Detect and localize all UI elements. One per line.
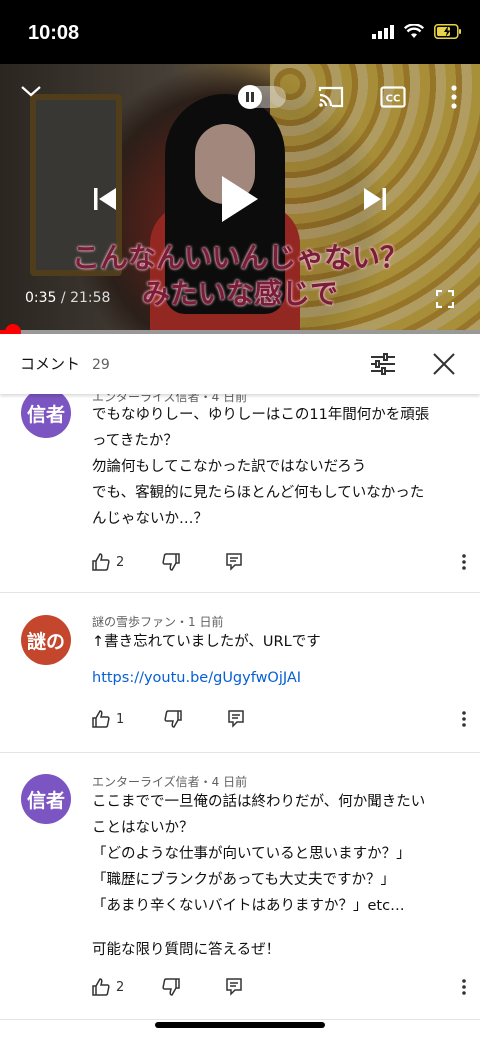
next-icon[interactable] <box>362 186 388 212</box>
video-subtitle-line1: こんなんいいんじゃない？ <box>71 241 408 274</box>
dislike-icon[interactable] <box>164 710 183 728</box>
comment-more-icon[interactable] <box>461 978 467 996</box>
close-icon[interactable] <box>432 352 456 376</box>
sort-filter-icon[interactable] <box>370 352 396 376</box>
more-options-icon[interactable] <box>450 84 458 110</box>
battery-charging-icon <box>434 24 461 39</box>
cast-icon[interactable] <box>318 86 344 108</box>
like-count: 1 <box>116 711 125 727</box>
avatar[interactable]: 信者 <box>21 774 71 824</box>
comment-actions: 1 <box>92 709 467 729</box>
comment-more-icon[interactable] <box>461 710 467 728</box>
reply-icon[interactable] <box>228 710 245 728</box>
comment-text: ↑書き忘れていましたが、URLです https://youtu.be/gUgyf… <box>92 629 452 691</box>
captions-icon[interactable]: CC <box>380 86 406 108</box>
comment-author[interactable]: 謎の雪歩ファン・1 日前 <box>92 613 223 630</box>
home-indicator[interactable] <box>155 1022 325 1028</box>
play-icon[interactable] <box>218 174 260 224</box>
comments-title: コメント <box>20 355 81 373</box>
wifi-icon <box>404 24 424 38</box>
status-bar: 10:08 <box>0 0 480 64</box>
reply-icon[interactable] <box>226 978 243 996</box>
comment-more-icon[interactable] <box>461 553 467 571</box>
reply-icon[interactable] <box>226 553 243 571</box>
collapse-chevron-icon[interactable] <box>20 84 42 98</box>
fullscreen-icon[interactable] <box>436 290 454 308</box>
current-time: 0:35 <box>25 290 57 306</box>
comment-actions: 2 <box>92 977 467 997</box>
dislike-icon[interactable] <box>162 978 181 996</box>
comments-header: コメント 29 <box>0 334 480 394</box>
dislike-icon[interactable] <box>162 553 181 571</box>
comment-author[interactable]: エンターライズ信者・4 日前 <box>92 773 247 790</box>
comment-item: 信者 エンターライズ信者・4 日前 ここまでで一旦俺の話は終わりだが、何か聞きた… <box>0 753 480 1020</box>
status-time: 10:08 <box>28 22 80 44</box>
comment-item: エンターライズ信者・4 日前 信者 でもなゆりしー、ゆりしーはこの11年間何かを… <box>0 388 480 593</box>
comment-item: 謎の 謎の雪歩ファン・1 日前 ↑書き忘れていましたが、URLです https:… <box>0 593 480 753</box>
svg-text:CC: CC <box>386 94 401 105</box>
like-count: 2 <box>116 979 125 995</box>
previous-icon[interactable] <box>92 186 118 212</box>
comment-text: ここまでで一旦俺の話は終わりだが、何か聞きたい ことはないか？ 「どのような仕事… <box>92 794 426 958</box>
comments-list[interactable]: エンターライズ信者・4 日前 信者 でもなゆりしー、ゆりしーはこの11年間何かを… <box>0 388 480 1020</box>
like-count: 2 <box>116 554 125 570</box>
comments-count: 29 <box>92 357 110 373</box>
like-icon[interactable] <box>92 710 110 728</box>
like-icon[interactable] <box>92 978 110 996</box>
like-icon[interactable] <box>92 553 110 571</box>
time-display: 0:35 / 21:58 <box>25 290 111 306</box>
avatar[interactable]: 信者 <box>21 388 71 438</box>
comment-actions: 2 <box>92 552 467 572</box>
comment-link[interactable]: https://youtu.be/gUgyfwOjJAI <box>92 665 452 691</box>
autoplay-toggle[interactable] <box>238 85 286 109</box>
comment-text: でもなゆりしー、ゆりしーはこの11年間何かを頑張 ってきたか？ 勿論何もしてこな… <box>92 407 430 527</box>
avatar[interactable]: 謎の <box>21 615 71 665</box>
duration: 21:58 <box>70 290 111 306</box>
signal-icon <box>372 24 394 39</box>
pause-icon <box>238 85 262 109</box>
video-player[interactable]: CC こんなんいいんじゃない？ みたいな感じで 0:35 / 21:58 <box>0 64 480 332</box>
